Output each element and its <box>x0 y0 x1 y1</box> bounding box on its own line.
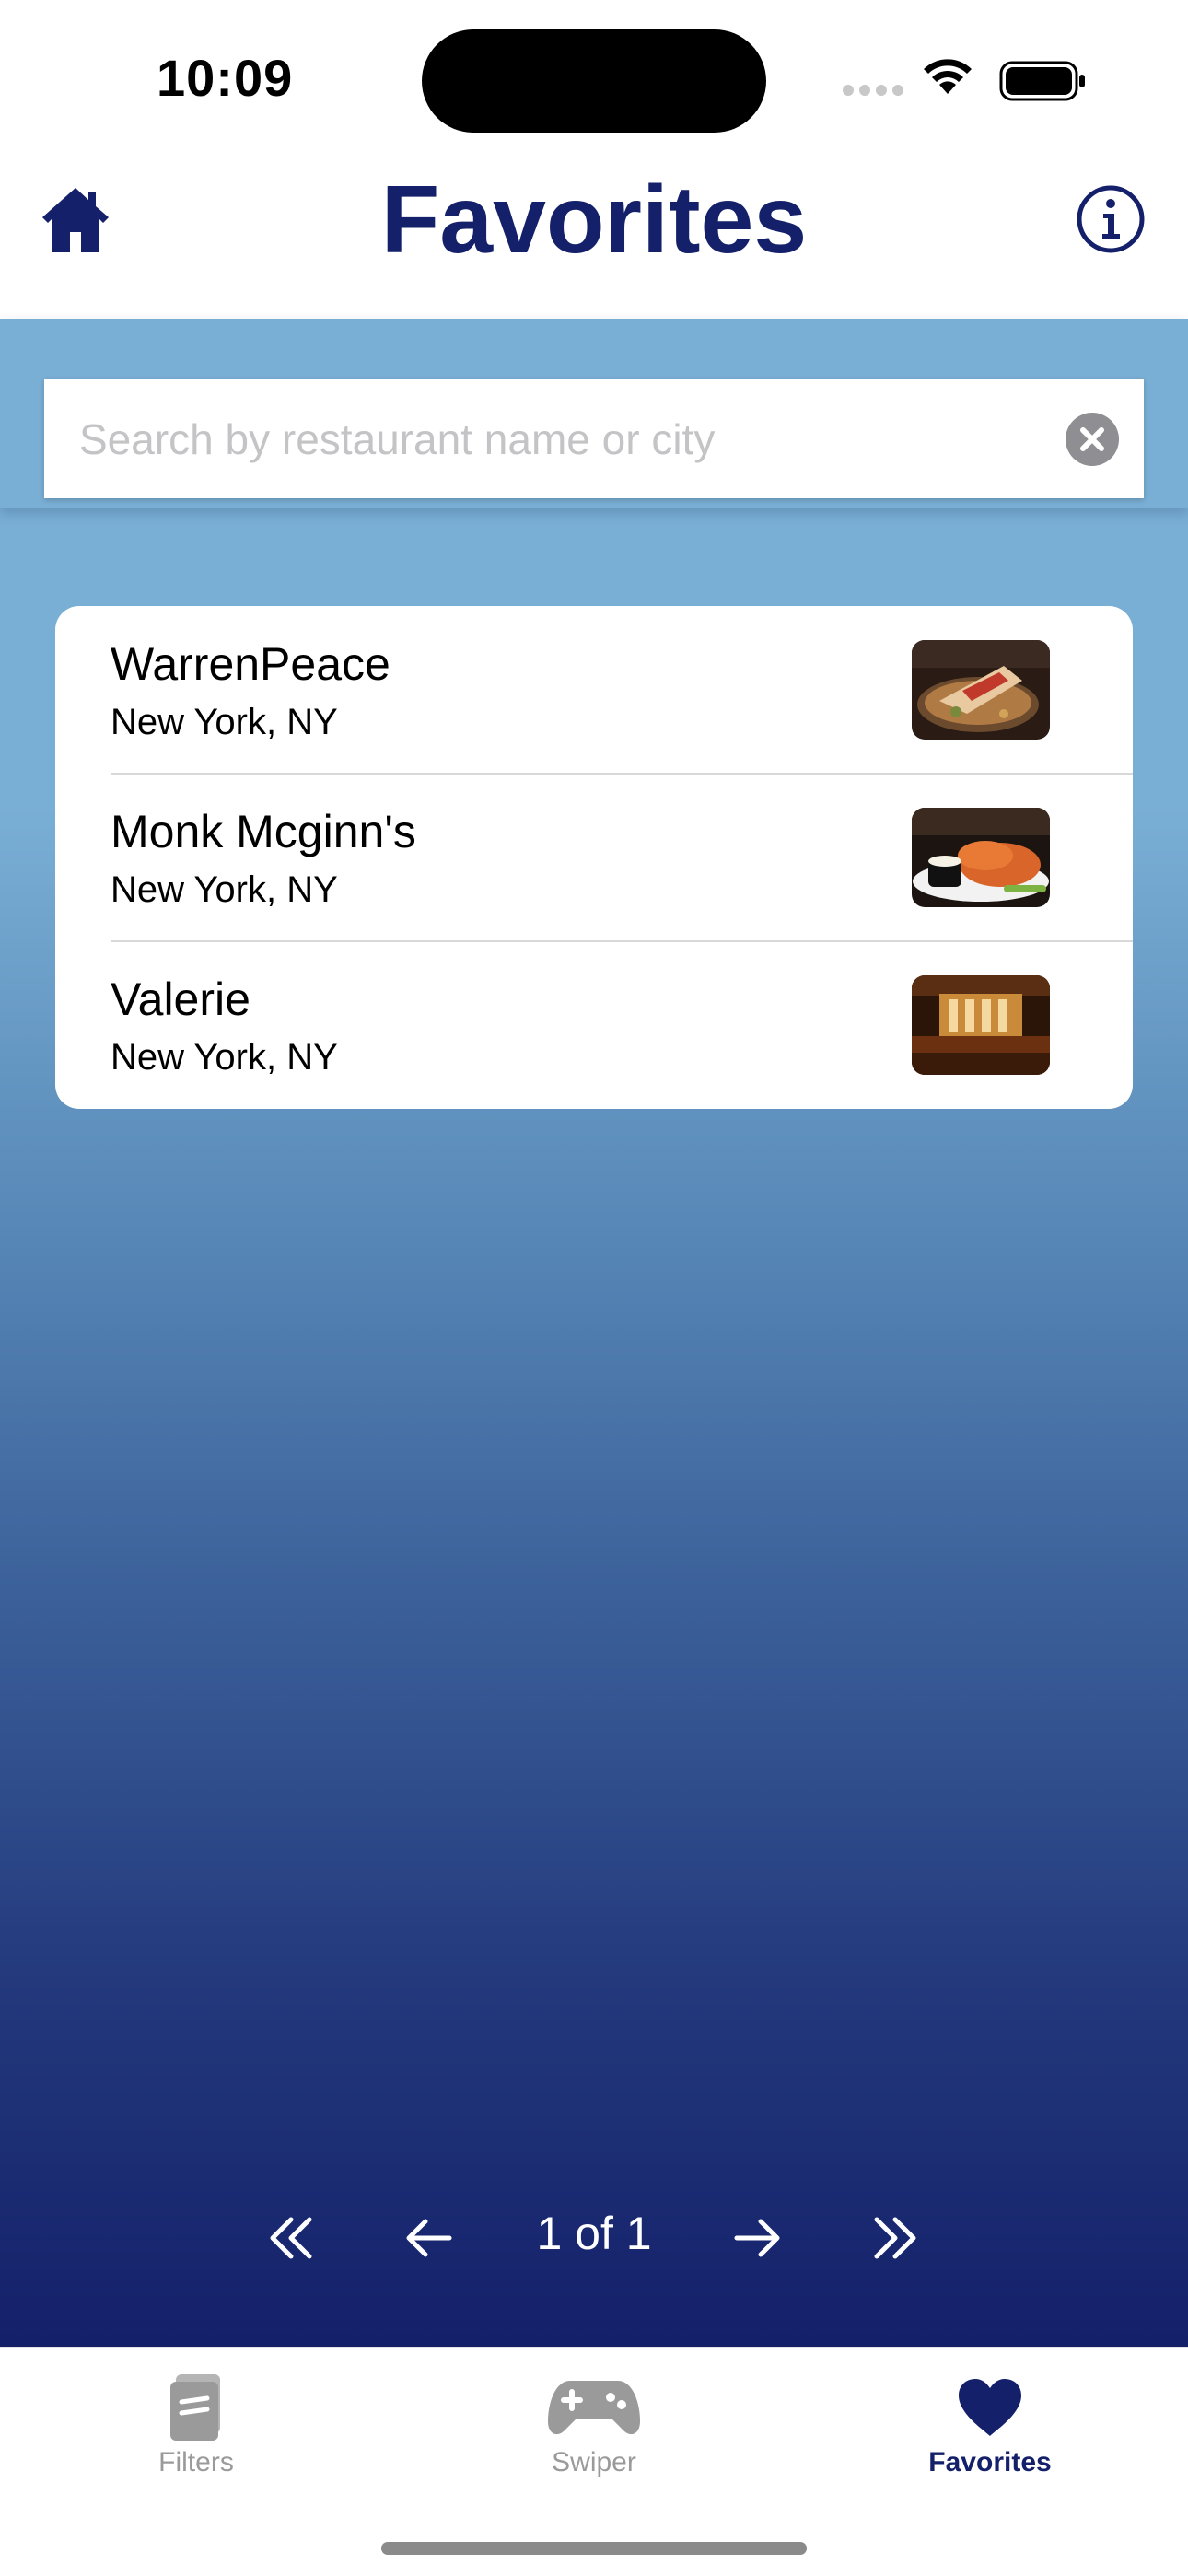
wifi-icon <box>924 59 972 94</box>
previous-page-icon[interactable] <box>392 2205 466 2271</box>
restaurant-name: Monk Mcginn's <box>111 806 416 857</box>
restaurant-interior-thumbnail <box>912 975 1050 1075</box>
tab-filters[interactable]: Filters <box>58 2348 334 2495</box>
clear-search-icon[interactable] <box>1065 412 1120 467</box>
heart-icon <box>852 2366 1128 2449</box>
gamepad-icon <box>456 2366 732 2449</box>
info-icon[interactable] <box>1076 184 1146 254</box>
restaurant-city: New York, NY <box>111 1037 338 1078</box>
battery-icon <box>999 61 1085 101</box>
search-box[interactable] <box>44 379 1144 500</box>
chicken-wings-thumbnail <box>912 808 1050 907</box>
restaurant-name: WarrenPeace <box>111 638 390 690</box>
tab-label: Filters <box>158 2447 234 2477</box>
tab-label: Favorites <box>928 2447 1052 2477</box>
pagination: 1 of 1 <box>0 2192 1188 2284</box>
restaurant-city: New York, NY <box>111 869 338 910</box>
status-bar: 10:09 <box>0 0 1188 157</box>
last-page-icon[interactable] <box>856 2205 930 2271</box>
tab-swiper[interactable]: Swiper <box>456 2348 732 2495</box>
first-page-icon[interactable] <box>256 2205 330 2271</box>
page-indicator: 1 of 1 <box>536 2208 652 2259</box>
home-indicator <box>381 2542 807 2555</box>
list-item[interactable]: Valerie New York, NY <box>55 941 1133 1109</box>
cellular-signal-icon <box>843 85 903 96</box>
status-time: 10:09 <box>157 49 294 107</box>
tab-favorites[interactable]: Favorites <box>852 2348 1128 2495</box>
dynamic-island <box>422 29 766 133</box>
next-page-icon[interactable] <box>720 2205 794 2271</box>
restaurant-city: New York, NY <box>111 702 338 742</box>
page-title: Favorites <box>380 167 808 274</box>
food-plate-thumbnail <box>912 640 1050 740</box>
list-item[interactable]: WarrenPeace New York, NY <box>55 606 1133 774</box>
search-input[interactable] <box>77 379 1057 500</box>
list-item[interactable]: Monk Mcginn's New York, NY <box>55 774 1133 941</box>
favorites-list: WarrenPeace New York, NY Monk Mcginn's N… <box>55 606 1133 1109</box>
filters-icon <box>58 2366 334 2449</box>
restaurant-name: Valerie <box>111 973 250 1025</box>
tab-label: Swiper <box>552 2447 636 2477</box>
